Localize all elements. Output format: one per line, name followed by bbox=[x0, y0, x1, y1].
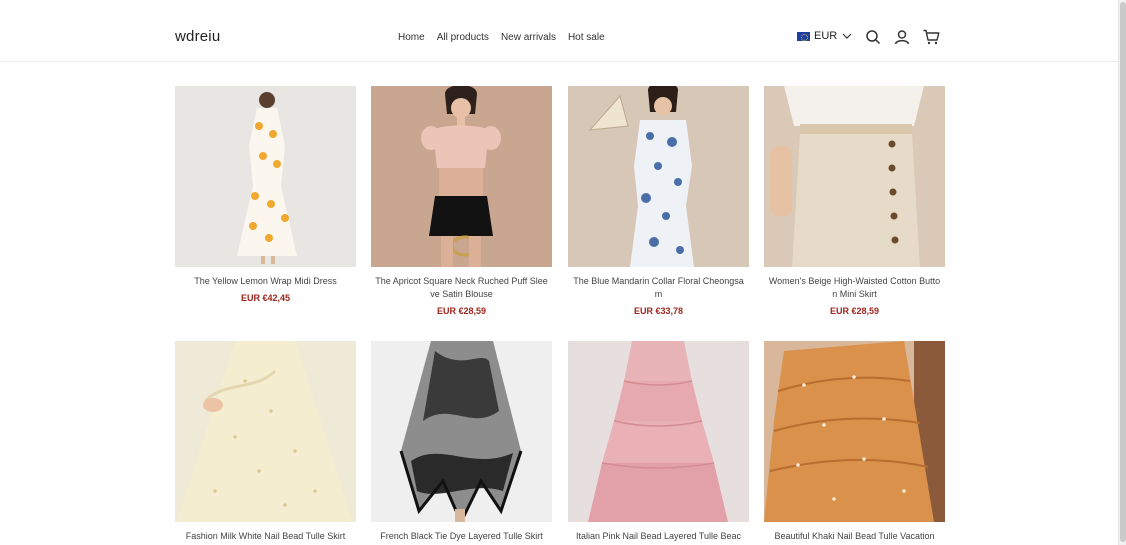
product-title[interactable]: French Black Tie Dye Layered Tulle Skirt bbox=[371, 530, 552, 543]
scrollbar-thumb[interactable] bbox=[1120, 2, 1126, 542]
nav-new-arrivals[interactable]: New arrivals bbox=[501, 32, 556, 43]
product-card[interactable]: French Black Tie Dye Layered Tulle Skirt bbox=[371, 341, 552, 545]
product-price: EUR €28,59 bbox=[436, 306, 487, 316]
eu-flag-icon bbox=[797, 31, 810, 41]
product-image[interactable] bbox=[568, 86, 749, 267]
nav-all-products[interactable]: All products bbox=[437, 32, 489, 43]
product-title[interactable]: The Blue Mandarin Collar Floral Cheongsa… bbox=[568, 275, 749, 301]
product-card[interactable]: The Yellow Lemon Wrap Midi Dress EUR €42… bbox=[175, 86, 356, 303]
currency-selector[interactable]: EUR bbox=[797, 30, 853, 42]
cart-icon[interactable] bbox=[923, 29, 940, 45]
product-image[interactable] bbox=[764, 341, 945, 522]
product-title[interactable]: The Yellow Lemon Wrap Midi Dress bbox=[175, 275, 356, 288]
product-title[interactable]: Italian Pink Nail Bead Layered Tulle Bea… bbox=[568, 530, 749, 543]
product-image[interactable] bbox=[764, 86, 945, 267]
product-title[interactable]: Women's Beige High-Waisted Cotton Button… bbox=[764, 275, 945, 301]
product-title[interactable]: Beautiful Khaki Nail Bead Tulle Vacation bbox=[764, 530, 945, 543]
product-card[interactable]: The Apricot Square Neck Ruched Puff Slee… bbox=[371, 86, 552, 316]
product-card[interactable]: Women's Beige High-Waisted Cotton Button… bbox=[764, 86, 945, 316]
brand-logo[interactable]: wdreiu bbox=[175, 28, 220, 45]
product-title[interactable]: The Apricot Square Neck Ruched Puff Slee… bbox=[371, 275, 552, 301]
site-header: wdreiu Home All products New arrivals Ho… bbox=[0, 0, 1118, 62]
nav-hot-sale[interactable]: Hot sale bbox=[568, 32, 605, 43]
product-card[interactable]: The Blue Mandarin Collar Floral Cheongsa… bbox=[568, 86, 749, 316]
account-icon[interactable] bbox=[894, 29, 910, 45]
product-card[interactable]: Italian Pink Nail Bead Layered Tulle Bea… bbox=[568, 341, 749, 545]
product-price: EUR €42,45 bbox=[240, 293, 291, 303]
main-nav: Home All products New arrivals Hot sale bbox=[398, 32, 605, 43]
product-image[interactable] bbox=[371, 86, 552, 267]
product-card[interactable]: Fashion Milk White Nail Bead Tulle Skirt bbox=[175, 341, 356, 545]
page-scrollbar[interactable] bbox=[1118, 0, 1126, 545]
chevron-down-icon bbox=[842, 33, 852, 39]
product-image[interactable] bbox=[175, 341, 356, 522]
product-price: EUR €28,59 bbox=[829, 306, 880, 316]
nav-home[interactable]: Home bbox=[398, 32, 425, 43]
currency-label: EUR bbox=[814, 30, 838, 42]
product-image[interactable] bbox=[371, 341, 552, 522]
product-title[interactable]: Fashion Milk White Nail Bead Tulle Skirt bbox=[175, 530, 356, 543]
product-image[interactable] bbox=[175, 86, 356, 267]
product-price: EUR €33,78 bbox=[633, 306, 684, 316]
product-card[interactable]: Beautiful Khaki Nail Bead Tulle Vacation bbox=[764, 341, 945, 545]
product-image[interactable] bbox=[568, 341, 749, 522]
search-icon[interactable] bbox=[865, 29, 881, 45]
